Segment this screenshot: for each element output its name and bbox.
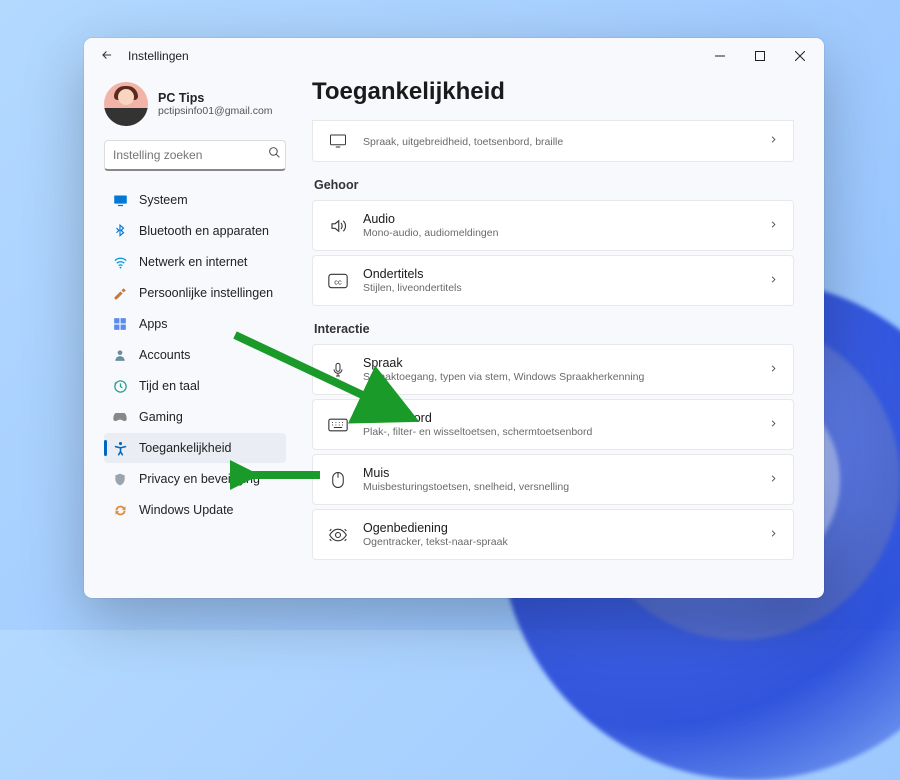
time-icon — [112, 378, 128, 394]
card-spraak[interactable]: Spraak Spraaktoegang, typen via stem, Wi… — [312, 344, 794, 395]
search-input[interactable] — [113, 148, 268, 162]
sidebar: PC Tips pctipsinfo01@gmail.com Systeem B… — [84, 74, 294, 598]
card-title: Ondertitels — [363, 267, 768, 281]
card-sub: Muisbesturingstoetsen, snelheid, versnel… — [363, 481, 768, 493]
update-icon — [112, 502, 128, 518]
back-button[interactable] — [100, 48, 120, 65]
section-label-interactie: Interactie — [314, 322, 794, 336]
card-title: Spraak — [363, 356, 768, 370]
card-toetsenbord[interactable]: Toetsenbord Plak-, filter- en wisseltoet… — [312, 399, 794, 450]
gaming-icon — [112, 409, 128, 425]
eye-icon — [327, 527, 349, 543]
apps-icon — [112, 316, 128, 332]
sidebar-item-privacy[interactable]: Privacy en beveiliging — [104, 464, 286, 494]
sidebar-item-label: Netwerk en internet — [139, 255, 247, 269]
sidebar-item-label: Bluetooth en apparaten — [139, 224, 269, 238]
system-icon — [112, 192, 128, 208]
profile-name: PC Tips — [158, 91, 273, 105]
sidebar-item-apps[interactable]: Apps — [104, 309, 286, 339]
sidebar-item-label: Windows Update — [139, 503, 234, 517]
card-title: Muis — [363, 466, 768, 480]
card-narrator[interactable]: Spraak, uitgebreidheid, toetsenbord, bra… — [312, 120, 794, 162]
sidebar-item-gaming[interactable]: Gaming — [104, 402, 286, 432]
card-sub: Ogentracker, tekst-naar-spraak — [363, 536, 768, 548]
svg-text:cc: cc — [334, 277, 342, 286]
sidebar-item-system[interactable]: Systeem — [104, 185, 286, 215]
profile[interactable]: PC Tips pctipsinfo01@gmail.com — [104, 78, 286, 140]
sidebar-item-personalize[interactable]: Persoonlijke instellingen — [104, 278, 286, 308]
chevron-right-icon — [768, 361, 779, 379]
sidebar-item-time[interactable]: Tijd en taal — [104, 371, 286, 401]
accounts-icon — [112, 347, 128, 363]
page-title: Toegankelijkheid — [312, 78, 794, 106]
sidebar-item-accessibility[interactable]: Toegankelijkheid — [104, 433, 286, 463]
mic-icon — [327, 361, 349, 379]
card-ogenbediening[interactable]: Ogenbediening Ogentracker, tekst-naar-sp… — [312, 509, 794, 560]
card-title: Ogenbediening — [363, 521, 768, 535]
sidebar-item-label: Accounts — [139, 348, 190, 362]
sidebar-item-label: Privacy en beveiliging — [139, 472, 260, 486]
personalize-icon — [112, 285, 128, 301]
nav: Systeem Bluetooth en apparaten Netwerk e… — [104, 185, 286, 525]
section-label-gehoor: Gehoor — [314, 178, 794, 192]
chevron-right-icon — [768, 471, 779, 489]
settings-window: Instellingen PC Tips pctipsinfo01@gmail.… — [84, 38, 824, 598]
title-bar: Instellingen — [84, 38, 824, 74]
card-muis[interactable]: Muis Muisbesturingstoetsen, snelheid, ve… — [312, 454, 794, 505]
card-sub: Plak-, filter- en wisseltoetsen, schermt… — [363, 426, 768, 438]
bluetooth-icon — [112, 223, 128, 239]
chevron-right-icon — [768, 132, 779, 150]
chevron-right-icon — [768, 526, 779, 544]
card-audio[interactable]: Audio Mono-audio, audiomeldingen — [312, 200, 794, 251]
card-sub: Spraaktoegang, typen via stem, Windows S… — [363, 371, 768, 383]
sidebar-item-label: Gaming — [139, 410, 183, 424]
sidebar-item-label: Toegankelijkheid — [139, 441, 231, 455]
audio-icon — [327, 217, 349, 235]
accessibility-icon — [112, 440, 128, 456]
chevron-right-icon — [768, 272, 779, 290]
search-icon — [268, 146, 281, 164]
narrator-icon — [327, 133, 349, 149]
search-box[interactable] — [104, 140, 286, 171]
card-sub: Mono-audio, audiomeldingen — [363, 227, 768, 239]
sidebar-item-label: Persoonlijke instellingen — [139, 286, 273, 300]
chevron-right-icon — [768, 416, 779, 434]
keyboard-icon — [327, 418, 349, 432]
sidebar-item-label: Tijd en taal — [139, 379, 200, 393]
card-sub: Spraak, uitgebreidheid, toetsenbord, bra… — [363, 136, 768, 148]
card-ondertitels[interactable]: cc Ondertitels Stijlen, liveondertitels — [312, 255, 794, 306]
close-button[interactable] — [780, 41, 820, 71]
mouse-icon — [327, 471, 349, 489]
sidebar-item-label: Apps — [139, 317, 168, 331]
card-title: Toetsenbord — [363, 411, 768, 425]
main-content: Toegankelijkheid Spraak, uitgebreidheid,… — [294, 74, 824, 598]
maximize-button[interactable] — [740, 41, 780, 71]
cc-icon: cc — [327, 273, 349, 289]
network-icon — [112, 254, 128, 270]
sidebar-item-accounts[interactable]: Accounts — [104, 340, 286, 370]
avatar — [104, 82, 148, 126]
sidebar-item-label: Systeem — [139, 193, 188, 207]
card-title: Audio — [363, 212, 768, 226]
card-sub: Stijlen, liveondertitels — [363, 282, 768, 294]
profile-email: pctipsinfo01@gmail.com — [158, 105, 273, 117]
window-title: Instellingen — [128, 49, 700, 63]
privacy-icon — [112, 471, 128, 487]
minimize-button[interactable] — [700, 41, 740, 71]
sidebar-item-update[interactable]: Windows Update — [104, 495, 286, 525]
sidebar-item-bluetooth[interactable]: Bluetooth en apparaten — [104, 216, 286, 246]
sidebar-item-network[interactable]: Netwerk en internet — [104, 247, 286, 277]
chevron-right-icon — [768, 217, 779, 235]
